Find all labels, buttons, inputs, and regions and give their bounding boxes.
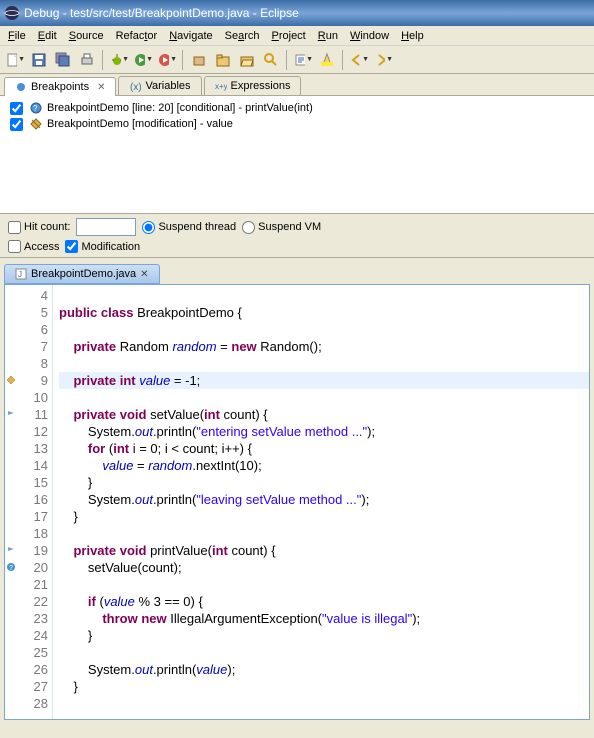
java-file-icon: J	[15, 268, 27, 280]
eclipse-icon	[4, 5, 20, 21]
forward-button[interactable]: ▼	[372, 49, 394, 71]
run-button[interactable]: ▼	[132, 49, 154, 71]
line-numbers: 4567891011121314151617181920212223242526…	[17, 285, 53, 719]
save-button[interactable]	[28, 49, 50, 71]
views-tabs: Breakpoints ✕ (x)= Variables x+y Express…	[0, 74, 594, 96]
conditional-breakpoint-icon: ?	[6, 562, 16, 572]
debug-button[interactable]: ▼	[108, 49, 130, 71]
marker-column: ?	[5, 285, 17, 719]
suspend-vm-option[interactable]: Suspend VM	[242, 221, 321, 234]
menu-window[interactable]: Window	[344, 28, 395, 44]
ext-tools-button[interactable]: ▼	[156, 49, 178, 71]
svg-text:?: ?	[9, 565, 13, 572]
print-button[interactable]	[76, 49, 98, 71]
new-package-button[interactable]	[188, 49, 210, 71]
suspend-thread-option[interactable]: Suspend thread	[142, 221, 236, 234]
tab-expressions[interactable]: x+y Expressions	[204, 76, 302, 95]
breakpoint-options: Hit count: Suspend thread Suspend VM Acc…	[0, 214, 594, 258]
tab-variables-label: Variables	[145, 80, 190, 92]
svg-text:x+y: x+y	[215, 82, 227, 91]
tab-breakpoints-label: Breakpoints	[31, 81, 89, 93]
menu-file[interactable]: File	[2, 28, 32, 44]
method-marker-icon	[6, 408, 16, 418]
watchpoint-marker-icon	[6, 375, 16, 385]
editor-area: J BreakpointDemo.java ✕ ? 45678910111213…	[0, 258, 594, 724]
method-marker-icon	[6, 544, 16, 554]
hitcount-input[interactable]	[76, 218, 136, 236]
breakpoints-icon	[15, 81, 27, 93]
breakpoint-checkbox[interactable]	[10, 102, 23, 115]
expressions-icon: x+y	[215, 80, 227, 92]
svg-text:J: J	[18, 270, 22, 279]
menu-help[interactable]: Help	[395, 28, 430, 44]
code-content[interactable]: public class BreakpointDemo { private Ra…	[53, 285, 589, 719]
tab-expressions-label: Expressions	[231, 80, 291, 92]
save-all-button[interactable]	[52, 49, 74, 71]
menu-edit[interactable]: Edit	[32, 28, 63, 44]
breakpoint-label: BreakpointDemo [modification] - value	[47, 118, 233, 130]
open-folder-button[interactable]	[236, 49, 258, 71]
menu-source[interactable]: Source	[63, 28, 110, 44]
menubar: File Edit Source Refactor Navigate Searc…	[0, 26, 594, 46]
access-option[interactable]: Access	[8, 240, 59, 253]
menu-refactor[interactable]: Refactor	[110, 28, 164, 44]
open-type-button[interactable]	[212, 49, 234, 71]
editor-tabs: J BreakpointDemo.java ✕	[4, 262, 590, 284]
highlight-button[interactable]	[316, 49, 338, 71]
breakpoint-checkbox[interactable]	[10, 118, 23, 131]
svg-text:?: ?	[33, 104, 38, 113]
window-title: Debug - test/src/test/BreakpointDemo.jav…	[24, 6, 590, 20]
breakpoint-label: BreakpointDemo [line: 20] [conditional] …	[47, 102, 313, 114]
tab-variables[interactable]: (x)= Variables	[118, 76, 201, 95]
toolbar: ▼ ▼ ▼ ▼ ▼ ▼ ▼	[0, 46, 594, 74]
menu-navigate[interactable]: Navigate	[163, 28, 218, 44]
back-button[interactable]: ▼	[348, 49, 370, 71]
hitcount-option[interactable]: Hit count:	[8, 221, 70, 234]
line-breakpoint-icon: ?	[29, 101, 43, 115]
svg-text:(x)=: (x)=	[130, 82, 141, 92]
search-button[interactable]	[260, 49, 282, 71]
menu-run[interactable]: Run	[312, 28, 344, 44]
close-icon[interactable]: ✕	[97, 82, 105, 93]
watchpoint-icon	[29, 117, 43, 131]
editor-tab[interactable]: J BreakpointDemo.java ✕	[4, 264, 160, 284]
tab-breakpoints[interactable]: Breakpoints ✕	[4, 77, 116, 96]
menu-project[interactable]: Project	[266, 28, 312, 44]
new-button[interactable]: ▼	[4, 49, 26, 71]
menu-search[interactable]: Search	[219, 28, 266, 44]
variables-icon: (x)=	[129, 80, 141, 92]
titlebar: Debug - test/src/test/BreakpointDemo.jav…	[0, 0, 594, 26]
close-icon[interactable]: ✕	[140, 269, 148, 280]
modification-option[interactable]: Modification	[65, 240, 140, 253]
editor-tab-label: BreakpointDemo.java	[31, 268, 136, 280]
nav-button[interactable]: ▼	[292, 49, 314, 71]
breakpoint-item[interactable]: ? BreakpointDemo [line: 20] [conditional…	[4, 100, 590, 116]
breakpoints-panel: ? BreakpointDemo [line: 20] [conditional…	[0, 96, 594, 214]
code-editor[interactable]: ? 45678910111213141516171819202122232425…	[4, 284, 590, 720]
breakpoint-item[interactable]: BreakpointDemo [modification] - value	[4, 116, 590, 132]
